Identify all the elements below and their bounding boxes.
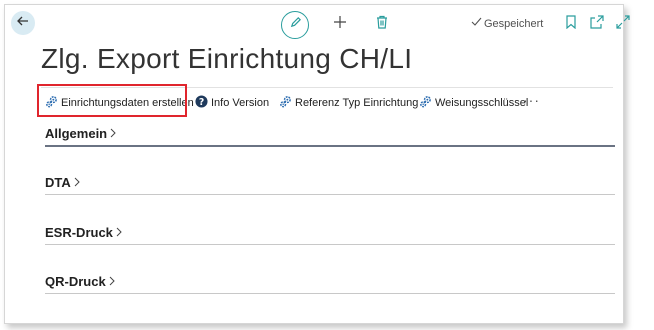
section-title: DTA — [45, 175, 71, 190]
chevron-right-icon — [108, 274, 116, 289]
back-button[interactable] — [11, 11, 35, 35]
section-title: Allgemein — [45, 126, 108, 141]
page-frame: Gespeichert Zlg. Export Einrichtung CH/L… — [4, 4, 630, 324]
saved-status-label: Gespeichert — [484, 17, 544, 30]
section-allgemein[interactable]: Allgemein — [45, 125, 615, 147]
section-qr-druck[interactable]: QR-Druck — [45, 273, 615, 294]
action-label: Referenz Typ Einrichtung — [295, 97, 419, 109]
instruction-key-action[interactable]: Weisungsschlüssel — [419, 95, 528, 111]
trash-icon — [376, 15, 388, 34]
more-actions-button[interactable]: ··· — [523, 92, 540, 108]
section-esr-druck[interactable]: ESR-Druck — [45, 224, 615, 245]
svg-text:?: ? — [199, 97, 204, 108]
pencil-icon — [289, 16, 302, 34]
gears-icon — [279, 95, 292, 111]
action-label: Info Version — [211, 97, 270, 109]
section-dta[interactable]: DTA — [45, 174, 615, 195]
section-title: ESR-Druck — [45, 225, 113, 240]
reference-type-setup-action[interactable]: Referenz Typ Einrichtung — [279, 95, 418, 111]
plus-icon — [333, 15, 347, 34]
chevron-right-icon — [73, 175, 81, 190]
action-label: Weisungsschlüssel — [435, 97, 529, 109]
delete-button[interactable] — [373, 15, 391, 33]
chevron-right-icon — [115, 225, 123, 240]
edit-button[interactable] — [281, 11, 309, 39]
highlight-box — [37, 84, 187, 117]
help-circle-icon: ? — [195, 95, 208, 111]
checkmark-icon — [471, 17, 482, 30]
gears-icon — [419, 95, 432, 111]
new-button[interactable] — [331, 15, 349, 33]
arrow-left-icon — [16, 14, 30, 33]
section-title: QR-Druck — [45, 274, 106, 289]
page-title: Zlg. Export Einrichtung CH/LI — [41, 43, 413, 74]
chevron-right-icon — [109, 126, 117, 141]
window-actions — [563, 13, 631, 31]
bookmark-icon[interactable] — [563, 13, 579, 31]
saved-status: Gespeichert — [471, 17, 543, 30]
info-version-action[interactable]: ? Info Version — [195, 95, 269, 111]
open-in-new-window-icon[interactable] — [589, 13, 605, 31]
expand-diagonal-icon[interactable] — [615, 13, 631, 31]
